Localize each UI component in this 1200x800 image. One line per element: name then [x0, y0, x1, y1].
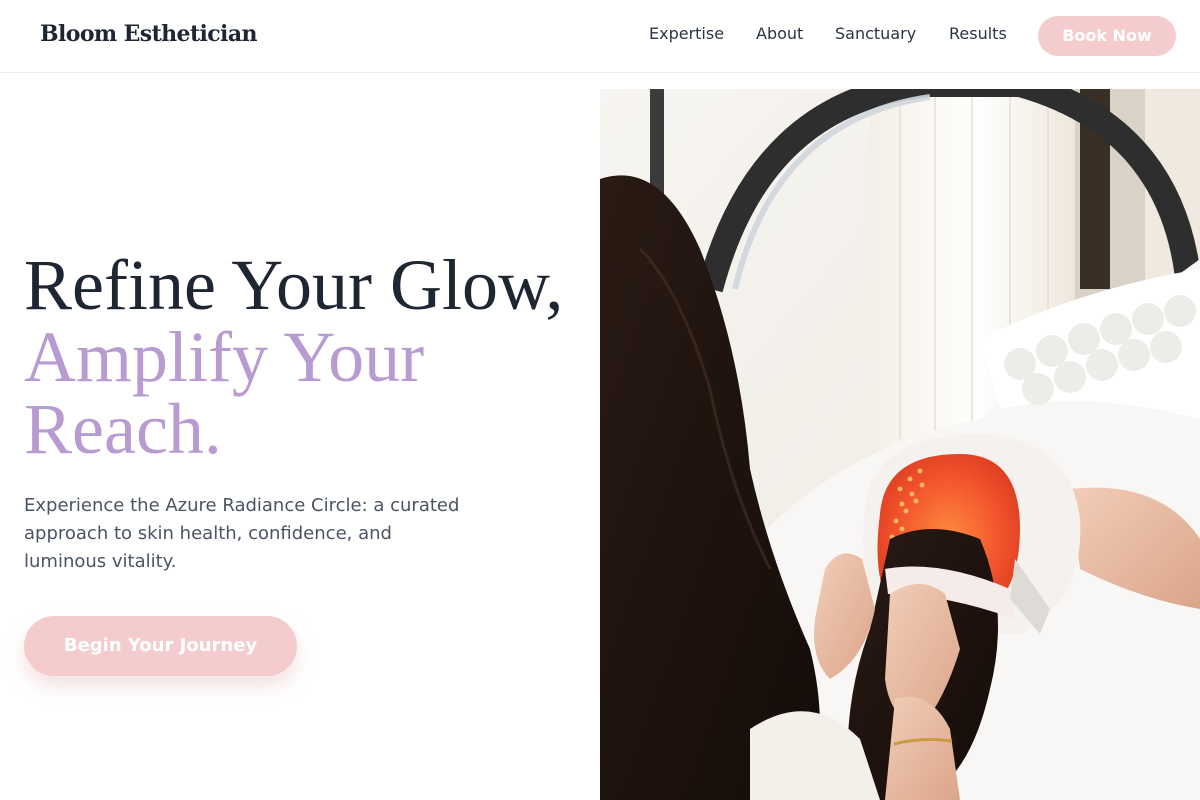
nav-link-sanctuary[interactable]: Sanctuary	[835, 24, 916, 43]
nav-link-expertise[interactable]: Expertise	[649, 24, 724, 43]
headline-line-2: Amplify Your	[24, 317, 425, 397]
nav-links: Expertise About Sanctuary Results	[0, 24, 1200, 48]
hero-headline: Refine Your Glow, Amplify Your Reach.	[24, 249, 594, 465]
hero-image	[600, 89, 1200, 800]
hero-description: Experience the Azure Radiance Circle: a …	[24, 495, 460, 572]
nav-link-results[interactable]: Results	[949, 24, 1007, 43]
book-now-button[interactable]: Book Now	[1038, 16, 1176, 56]
begin-journey-button[interactable]: Begin Your Journey	[24, 616, 297, 676]
headline-line-1: Refine Your Glow,	[24, 245, 564, 325]
headline-line-3: Reach.	[24, 389, 222, 469]
hero-section: Refine Your Glow, Amplify Your Reach. Ex…	[0, 73, 600, 800]
top-navigation: Bloom Esthetician Expertise About Sanctu…	[0, 0, 1200, 73]
nav-link-about[interactable]: About	[756, 24, 803, 43]
